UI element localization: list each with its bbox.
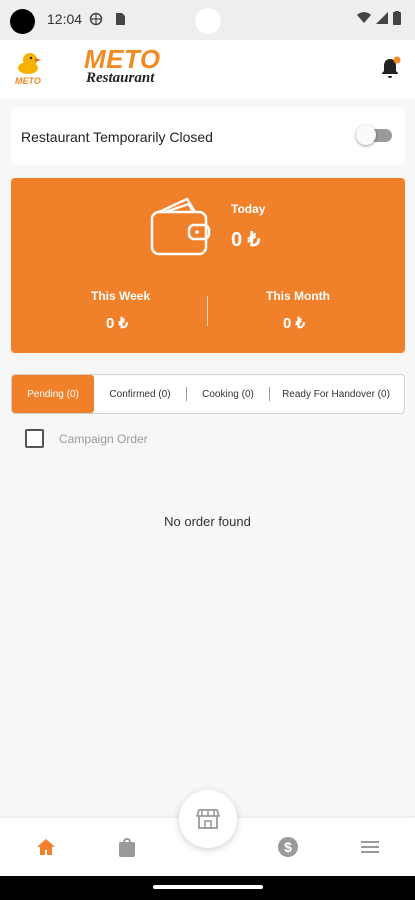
today-label: Today [231,202,266,216]
signal-icon [376,12,388,24]
earnings-card: Today 0 ₺ This Week 0 ₺ This Month 0 ₺ [11,178,405,353]
restaurant-closed-toggle[interactable] [356,125,392,145]
store-icon [196,809,220,829]
menu-icon[interactable] [359,836,381,858]
svg-text:$: $ [284,839,292,855]
logo-subtitle: Restaurant [86,70,155,86]
store-button[interactable] [179,790,237,848]
campaign-order-filter: Campaign Order [25,429,148,448]
front-camera [195,8,221,34]
status-time: 12:04 [47,11,83,27]
this-month-value: 0 ₺ [283,315,306,332]
system-navigation-bar [0,876,415,900]
bell-icon[interactable] [379,56,401,80]
earnings-divider [207,296,208,326]
camera-cutout [10,9,35,34]
wallet-icon [150,197,211,256]
tab-ready-for-handover[interactable]: Ready For Handover (0) [270,375,402,413]
tab-cooking[interactable]: Cooking (0) [187,375,269,413]
this-week-value: 0 ₺ [106,315,129,332]
sd-card-icon [116,13,125,25]
logo-small: METO [15,53,41,86]
home-gesture-pill[interactable] [153,885,263,889]
wifi-icon [357,12,371,23]
app-header: METO METO Restaurant [0,40,415,98]
order-status-tabs: Pending (0) Confirmed (0) Cooking (0) Re… [11,374,405,414]
globe-icon [89,12,103,26]
today-value: 0 ₺ [231,229,261,251]
tab-confirmed[interactable]: Confirmed (0) [94,375,186,413]
battery-icon [393,11,401,25]
restaurant-closed-label: Restaurant Temporarily Closed [21,129,213,145]
campaign-order-checkbox[interactable] [25,429,44,448]
campaign-order-label: Campaign Order [59,431,148,446]
home-icon[interactable] [35,836,57,858]
logo-small-text: METO [15,76,41,86]
status-bar: 12:04 [0,0,415,40]
tab-pending[interactable]: Pending (0) [12,375,94,413]
bag-icon[interactable] [116,836,138,858]
this-week-label: This Week [91,289,151,303]
this-month-label: This Month [266,289,330,303]
notification-dot [393,56,401,64]
logo-main: METO Restaurant [84,44,161,87]
restaurant-closed-card: Restaurant Temporarily Closed [11,107,405,165]
dollar-icon[interactable]: $ [277,836,299,858]
empty-state-message: No order found [164,514,251,529]
